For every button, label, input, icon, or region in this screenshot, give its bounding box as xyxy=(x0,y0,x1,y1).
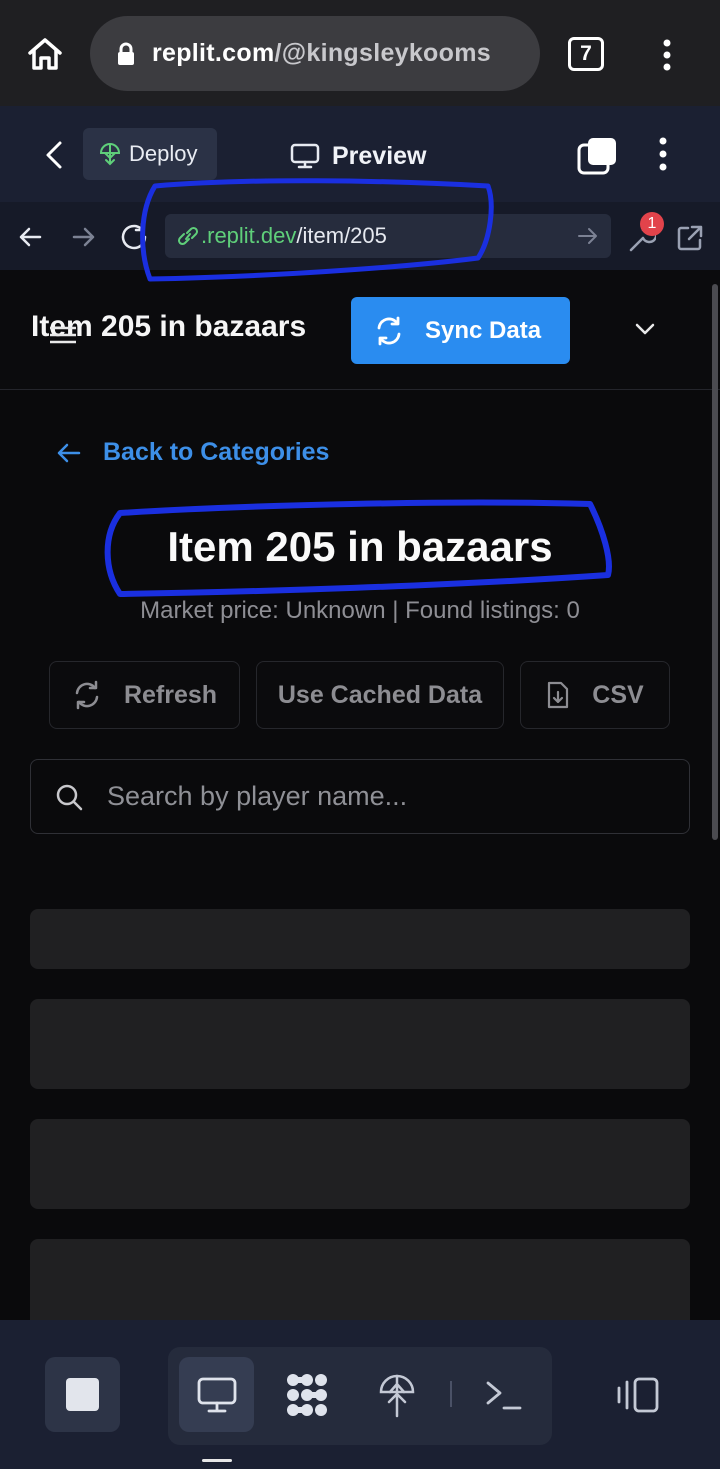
preview-tab[interactable]: Preview xyxy=(290,136,427,176)
back-to-categories-link[interactable]: Back to Categories xyxy=(55,438,329,467)
home-icon[interactable] xyxy=(26,36,64,72)
loading-skeleton xyxy=(30,909,690,969)
go-arrow-icon[interactable] xyxy=(577,226,599,246)
market-info: Market price: Unknown | Found listings: … xyxy=(140,597,580,624)
panels-icon xyxy=(617,1377,658,1412)
preview-label: Preview xyxy=(332,141,427,170)
notification-badge: 1 xyxy=(640,212,664,236)
csv-export-button[interactable]: CSV xyxy=(520,661,670,729)
gesture-indicator xyxy=(202,1459,232,1462)
deploy-icon xyxy=(99,143,121,166)
use-cached-data-button[interactable]: Use Cached Data xyxy=(256,661,504,729)
reload-icon[interactable] xyxy=(120,223,150,251)
nav-forward-icon[interactable] xyxy=(72,226,96,248)
search-input[interactable] xyxy=(107,781,627,812)
deploy-label: Deploy xyxy=(129,141,198,166)
lock-icon xyxy=(118,42,134,65)
loading-skeleton xyxy=(30,999,690,1089)
csv-label: CSV xyxy=(592,680,644,709)
refresh-icon xyxy=(75,680,99,710)
back-chevron-icon[interactable] xyxy=(44,140,64,170)
link-icon xyxy=(177,226,199,246)
sync-data-button[interactable]: Sync Data xyxy=(351,297,570,364)
cached-label: Use Cached Data xyxy=(277,680,483,709)
hamburger-menu-icon[interactable] xyxy=(48,325,78,345)
back-label: Back to Categories xyxy=(103,438,330,466)
deploy-tool-button[interactable] xyxy=(359,1357,434,1432)
stop-button[interactable] xyxy=(45,1357,120,1432)
page-title: Item 205 in bazaars xyxy=(167,523,553,570)
file-download-icon xyxy=(548,681,569,709)
preview-url-field[interactable]: .replit.dev/item/205 xyxy=(165,214,611,258)
agent-blob-icon xyxy=(286,1373,327,1416)
tool-divider xyxy=(450,1381,452,1407)
layout-toggle-button[interactable] xyxy=(600,1357,675,1432)
preview-url-text: .replit.dev/item/205 xyxy=(201,223,387,248)
player-search[interactable] xyxy=(30,759,690,834)
deploy-icon xyxy=(379,1374,414,1417)
search-icon xyxy=(56,784,83,810)
app-preview: Item 205 in bazaars Sync Data Back to Ca… xyxy=(0,270,720,1320)
terminal-icon xyxy=(486,1381,521,1409)
browser-menu-icon[interactable] xyxy=(660,38,674,72)
monitor-icon xyxy=(197,1377,236,1412)
browser-toolbar: replit.com/@kingsleykooms 7 xyxy=(0,0,720,106)
stop-icon xyxy=(66,1378,99,1411)
preview-tool-button[interactable] xyxy=(179,1357,254,1432)
tab-switcher-button[interactable]: 7 xyxy=(568,37,604,71)
sync-icon xyxy=(377,316,401,345)
refresh-label: Refresh xyxy=(123,680,218,709)
tabs-layers-icon[interactable] xyxy=(576,136,618,176)
sync-label: Sync Data xyxy=(425,316,542,344)
tab-count: 7 xyxy=(580,42,592,65)
refresh-button[interactable]: Refresh xyxy=(49,661,240,729)
loading-skeleton xyxy=(30,1119,690,1209)
open-external-icon[interactable] xyxy=(676,224,704,252)
address-bar[interactable]: replit.com/@kingsleykooms xyxy=(90,16,540,91)
app-header: Item 205 in bazaars Sync Data xyxy=(0,270,720,840)
shell-tool-button[interactable] xyxy=(466,1357,541,1432)
deploy-button[interactable]: Deploy xyxy=(83,128,217,180)
monitor-icon xyxy=(290,143,320,169)
arrow-left-icon xyxy=(57,443,81,462)
agent-tool-button[interactable] xyxy=(269,1357,344,1432)
replit-menu-icon[interactable] xyxy=(656,136,670,172)
address-text: replit.com/@kingsleykooms xyxy=(152,39,491,67)
loading-skeleton xyxy=(30,1239,690,1320)
nav-back-icon[interactable] xyxy=(18,226,42,248)
chevron-down-icon[interactable] xyxy=(634,321,656,337)
